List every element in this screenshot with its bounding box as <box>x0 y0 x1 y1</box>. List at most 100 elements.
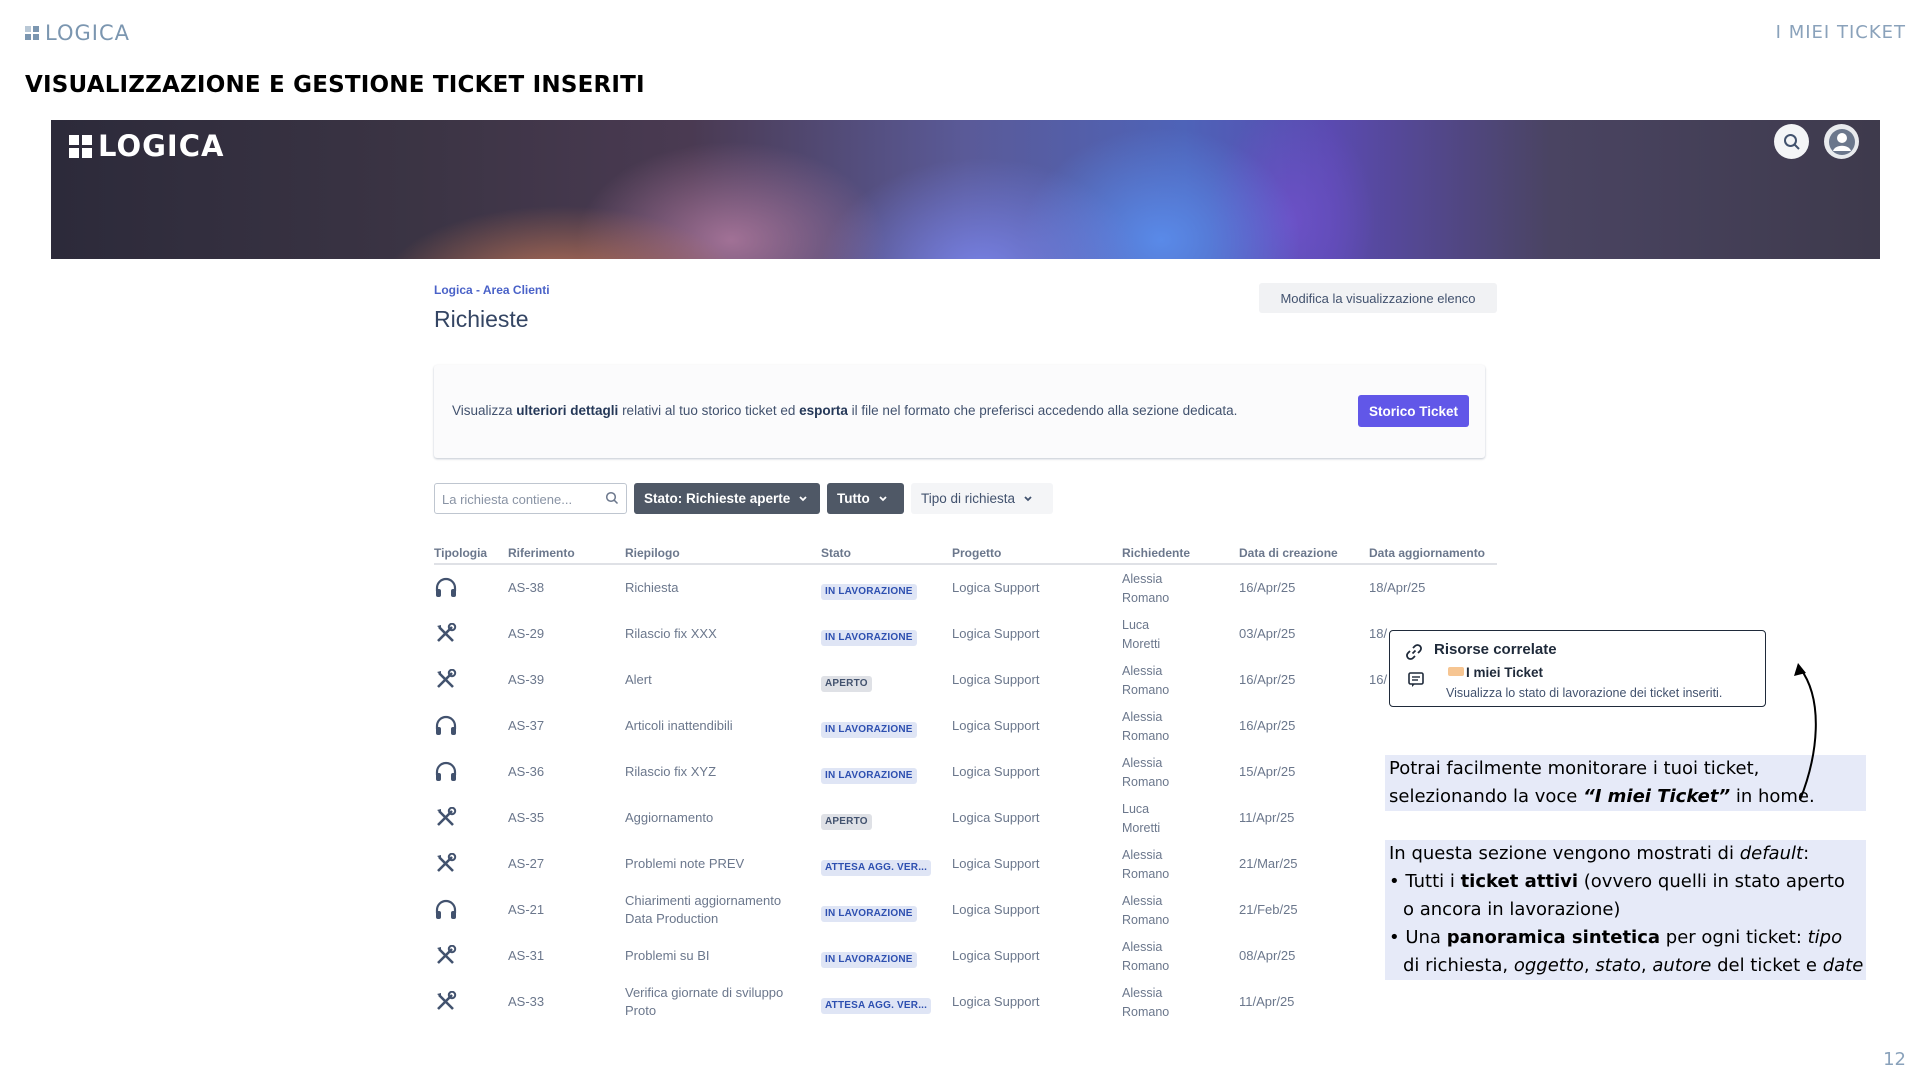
ticket-summary[interactable]: Richiesta <box>625 579 805 597</box>
ticket-reference[interactable]: AS-38 <box>508 579 544 597</box>
my-tickets-link[interactable]: I miei Ticket <box>1466 665 1543 680</box>
ticket-summary[interactable]: Aggiornamento <box>625 809 805 827</box>
headset-icon <box>434 577 458 599</box>
ticket-tag-icon <box>1448 667 1464 676</box>
related-resources-popup: Risorse correlate I miei Ticket Visualiz… <box>1389 630 1766 707</box>
profile-button[interactable] <box>1824 124 1859 159</box>
ticket-project: Logica Support <box>952 856 1040 871</box>
ticket-created-date: 21/Feb/25 <box>1239 902 1298 917</box>
link-icon <box>1406 644 1422 660</box>
status-badge: ATTESA AGG. VER... <box>821 857 932 876</box>
logo-mark-icon <box>69 134 92 158</box>
search-icon <box>1783 133 1800 150</box>
table-row[interactable]: AS-27 Problemi note PREV ATTESA AGG. VER..… <box>434 841 1497 887</box>
ticket-summary[interactable]: Problemi su BI <box>625 947 805 965</box>
column-header-riferimento[interactable]: Riferimento <box>508 546 575 560</box>
status-badge: IN LAVORAZIONE <box>821 627 917 646</box>
request-type-filter-dropdown[interactable]: Tipo di richiesta <box>911 483 1053 514</box>
tools-icon <box>434 668 458 691</box>
callout-arrow-icon <box>1794 663 1817 801</box>
status-badge: IN LAVORAZIONE <box>821 765 917 784</box>
scope-filter-label: Tutto <box>837 491 870 506</box>
ticket-created-date: 16/Apr/25 <box>1239 718 1296 733</box>
status-filter-dropdown[interactable]: Stato: Richieste aperte <box>634 483 820 514</box>
breadcrumb[interactable]: Logica - Area Clienti <box>434 283 550 297</box>
table-row[interactable]: AS-35 Aggiornamento APERTO Logica Support Lu… <box>434 795 1497 841</box>
ticket-project: Logica Support <box>952 994 1040 1009</box>
related-resources-title: Risorse correlate <box>1434 641 1557 658</box>
callout-default-view: In questa sezione vengono mostrati di de… <box>1385 840 1866 980</box>
tools-icon <box>434 990 458 1013</box>
callout-line: • Tutti i ticket attivi (ovvero quelli i… <box>1385 868 1866 896</box>
ticket-project: Logica Support <box>952 718 1040 733</box>
table-row[interactable]: AS-36 Rilascio fix XYZ IN LAVORAZIONE Logic… <box>434 749 1497 795</box>
slide-logo-text: LOGICA <box>45 21 130 45</box>
search-input[interactable]: La richiesta contiene... <box>434 483 627 514</box>
callout-line: di richiesta, oggetto, stato, autore del… <box>1385 952 1866 980</box>
ticket-reference[interactable]: AS-31 <box>508 947 544 965</box>
column-header-data-aggiornamento[interactable]: Data aggiornamento <box>1369 546 1485 560</box>
storico-ticket-button[interactable]: Storico Ticket <box>1358 395 1469 427</box>
column-header-data-creazione[interactable]: Data di creazione <box>1239 546 1338 560</box>
table-row[interactable]: AS-37 Articoli inattendibili IN LAVORAZION… <box>434 703 1497 749</box>
ticket-created-date: 16/Apr/25 <box>1239 580 1296 595</box>
banner-logo[interactable]: LOGICA <box>69 129 224 163</box>
ticket-project: Logica Support <box>952 948 1040 963</box>
ticket-summary[interactable]: Chiarimenti aggiornamento Data Production <box>625 892 805 928</box>
table-row[interactable]: AS-29 Rilascio fix XXX IN LAVORAZIONE Logic… <box>434 611 1497 657</box>
search-icon <box>605 491 619 505</box>
ticket-reference[interactable]: AS-21 <box>508 901 544 919</box>
ticket-summary[interactable]: Alert <box>625 671 805 689</box>
scope-filter-dropdown[interactable]: Tutto <box>827 483 904 514</box>
ticket-requester: Luca Moretti <box>1122 618 1161 651</box>
status-filter-label: Stato: Richieste aperte <box>644 491 791 506</box>
ticket-created-date: 11/Apr/25 <box>1239 810 1295 825</box>
tools-icon <box>434 622 458 645</box>
ticket-summary[interactable]: Verifica giornate di sviluppo Proto <box>625 984 805 1020</box>
ticket-project: Logica Support <box>952 626 1040 641</box>
profile-icon <box>1828 128 1855 155</box>
portal-banner: LOGICA <box>51 120 1880 259</box>
table-row[interactable]: AS-39 Alert APERTO Logica Support Alessia Rom… <box>434 657 1497 703</box>
ticket-requester: Alessia Romano <box>1122 756 1170 789</box>
ticket-summary[interactable]: Articoli inattendibili <box>625 717 805 735</box>
table-row[interactable]: AS-33 Verifica giornate di sviluppo Proto A… <box>434 979 1497 1025</box>
table-row[interactable]: AS-21 Chiarimenti aggiornamento Data Produ… <box>434 887 1497 933</box>
slide-section-label: I MIEI TICKET <box>1775 22 1906 43</box>
ticket-reference[interactable]: AS-37 <box>508 717 544 735</box>
headset-icon <box>434 899 458 921</box>
table-row[interactable]: AS-38 Richiesta IN LAVORAZIONE Logica Suppo… <box>434 565 1497 611</box>
ticket-reference[interactable]: AS-29 <box>508 625 544 643</box>
ticket-requester: Alessia Romano <box>1122 664 1170 697</box>
info-text: Visualizza ulteriori dettagli relativi a… <box>452 403 1238 418</box>
ticket-summary[interactable]: Rilascio fix XXX <box>625 625 805 643</box>
search-button[interactable] <box>1774 124 1809 159</box>
status-badge: IN LAVORAZIONE <box>821 719 917 738</box>
ticket-requester: Luca Moretti <box>1122 802 1161 835</box>
ticket-summary[interactable]: Rilascio fix XYZ <box>625 763 805 781</box>
ticket-project: Logica Support <box>952 672 1040 687</box>
column-header-richiedente[interactable]: Richiedente <box>1122 546 1190 560</box>
ticket-reference[interactable]: AS-33 <box>508 993 544 1011</box>
status-badge: APERTO <box>821 811 872 830</box>
ticket-summary[interactable]: Problemi note PREV <box>625 855 805 873</box>
ticket-updated-date: 18/Apr/25 <box>1369 580 1426 595</box>
ticket-created-date: 11/Apr/25 <box>1239 994 1295 1009</box>
table-body: AS-38 Richiesta IN LAVORAZIONE Logica Suppo… <box>434 565 1497 1025</box>
requests-table: Tipologia Riferimento Riepilogo Stato Pr… <box>434 543 1497 1025</box>
ticket-requester: Alessia Romano <box>1122 848 1170 881</box>
ticket-requester: Alessia Romano <box>1122 710 1170 743</box>
table-header: Tipologia Riferimento Riepilogo Stato Pr… <box>434 543 1497 565</box>
ticket-reference[interactable]: AS-27 <box>508 855 544 873</box>
ticket-reference[interactable]: AS-39 <box>508 671 544 689</box>
banner-logo-text: LOGICA <box>98 129 225 163</box>
status-badge: IN LAVORAZIONE <box>821 949 917 968</box>
ticket-reference[interactable]: AS-35 <box>508 809 544 827</box>
ticket-created-date: 08/Apr/25 <box>1239 948 1296 963</box>
column-header-tipologia: Tipologia <box>434 546 488 560</box>
chevron-down-icon <box>799 495 807 501</box>
ticket-reference[interactable]: AS-36 <box>508 763 544 781</box>
edit-list-view-button[interactable]: Modifica la visualizzazione elenco <box>1259 283 1497 313</box>
status-badge: ATTESA AGG. VER... <box>821 995 932 1014</box>
table-row[interactable]: AS-31 Problemi su BI IN LAVORAZIONE Logica … <box>434 933 1497 979</box>
